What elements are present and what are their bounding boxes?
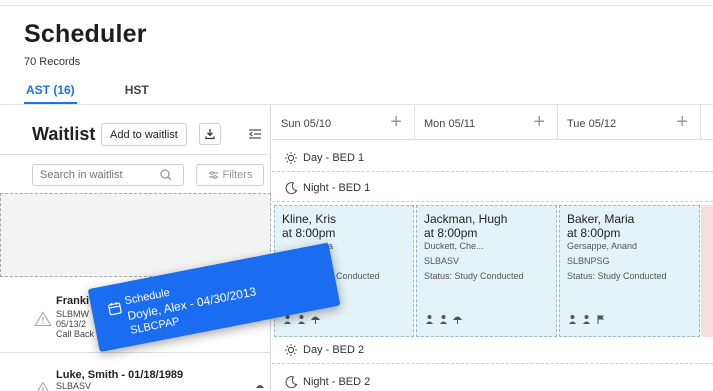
shift-row-night-bed-1[interactable]: Night - BED 1 [272, 175, 713, 202]
top-divider [0, 0, 713, 6]
appointment-icons [424, 314, 463, 325]
warning-icon [37, 381, 49, 391]
physician-name: Duckett, Che... [424, 241, 484, 251]
day-label: Sun 05/10 [281, 118, 332, 130]
download-icon [205, 129, 215, 140]
patient-name: Jackman, Hugh [424, 212, 508, 226]
appointment-card[interactable]: Baker, Maria at 8:00pm Gersappe, Anand S… [559, 205, 700, 337]
shift-label: Night - BED 2 [303, 375, 371, 388]
shift-label: Day - BED 2 [303, 344, 365, 356]
person-icon [440, 315, 447, 324]
appointment-time: at 8:00pm [567, 226, 621, 240]
collapse-list-icon [248, 129, 261, 139]
appointment-icons [282, 314, 321, 325]
tab-ast[interactable]: AST (16) [24, 79, 77, 105]
sun-icon [285, 152, 297, 164]
waitlist-item-date: 05/13/2 [56, 319, 87, 329]
study-code: SLBNPSG [567, 256, 610, 266]
appointment-status: y Conducted [329, 271, 380, 281]
person-icon [298, 315, 305, 324]
calendar-icon [108, 301, 122, 316]
day-header-next [701, 105, 713, 140]
download-button[interactable] [199, 123, 221, 145]
shift-row-day-bed-2[interactable]: Day - BED 2 [272, 337, 713, 364]
appointment-status: Status: Study Conducted [567, 271, 667, 281]
moon-icon [285, 375, 298, 388]
day-header-sun: Sun 05/10 + [272, 105, 415, 140]
sun-icon [285, 344, 297, 356]
waitlist-item-code: SLBASV [56, 381, 92, 391]
filter-sliders-icon [208, 171, 218, 179]
shift-row-night-bed-2[interactable]: Night - BED 2 [272, 368, 713, 391]
patient-name: Kline, Kris [282, 212, 337, 226]
appointment-card[interactable]: Jackman, Hugh at 8:00pm Duckett, Che... … [416, 205, 557, 337]
moon-icon [285, 182, 298, 195]
waitlist-panel: Waitlist Add to waitlist Filters [0, 105, 271, 391]
umbrella-icon [453, 316, 462, 324]
waitlist-item-name: Luke, Smith - 01/18/1989 [56, 369, 184, 381]
day-header-tue: Tue 05/12 + [558, 105, 701, 140]
shift-label: Night - BED 1 [303, 182, 371, 194]
waitlist-item-name: Franki [56, 295, 90, 307]
umbrella-icon [256, 385, 264, 388]
alert-cell-edge [701, 205, 713, 337]
record-count: 70 Records [24, 56, 81, 68]
page-title: Scheduler [24, 20, 147, 48]
waitlist-header: Waitlist Add to waitlist [0, 105, 271, 155]
waitlist-item[interactable]: Luke, Smith - 01/18/1989 SLBASV [0, 354, 271, 391]
day-header-mon: Mon 05/11 + [415, 105, 558, 140]
person-icon [426, 315, 433, 324]
filters-label: Filters [222, 169, 253, 181]
study-code: SLBASV [424, 256, 460, 266]
flag-icon [597, 315, 604, 324]
waitlist-item-note: Call Back [56, 329, 95, 339]
umbrella-icon [311, 316, 320, 324]
add-appointment-plus-icon[interactable]: + [390, 112, 402, 132]
tab-hst[interactable]: HST [125, 79, 149, 105]
add-appointment-plus-icon[interactable]: + [676, 112, 688, 132]
shift-label: Day - BED 1 [303, 152, 365, 164]
waitlist-item-code: SLBMW [56, 309, 90, 319]
appointment-time: at 8:00pm [424, 226, 478, 240]
person-icon [583, 315, 590, 324]
add-to-waitlist-button[interactable]: Add to waitlist [101, 123, 187, 146]
physician-name: Gersappe, Anand [567, 241, 638, 251]
day-label: Mon 05/11 [424, 118, 476, 130]
shift-row-day-bed-1[interactable]: Day - BED 1 [272, 145, 713, 172]
tab-bar: AST (16) HST [24, 79, 197, 105]
search-icon [160, 169, 172, 181]
filters-button[interactable]: Filters [196, 164, 264, 186]
warning-icon [34, 311, 52, 327]
patient-name: Baker, Maria [567, 212, 635, 226]
person-icon [569, 315, 576, 324]
waitlist-title: Waitlist [32, 124, 96, 144]
add-appointment-plus-icon[interactable]: + [533, 112, 545, 132]
day-label: Tue 05/12 [567, 118, 617, 130]
appointment-status: Status: Study Conducted [424, 271, 524, 281]
collapse-panel-button[interactable] [245, 124, 265, 144]
appointment-icons [567, 314, 606, 325]
appointment-time: at 8:00pm [282, 226, 336, 240]
